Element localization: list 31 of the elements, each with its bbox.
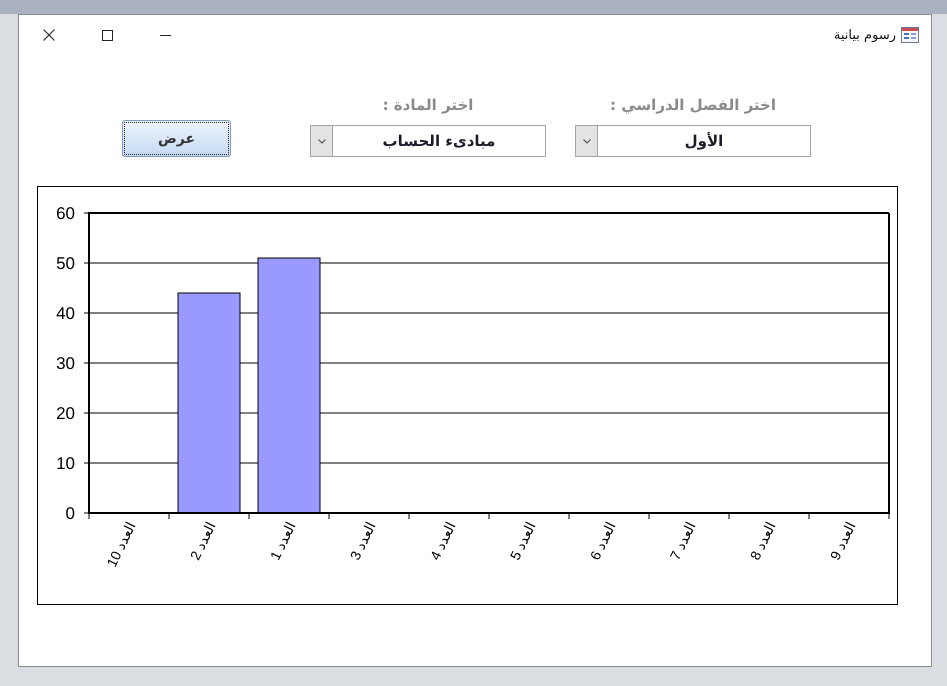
y-axis-label: 40 xyxy=(56,304,75,323)
y-axis-label: 10 xyxy=(56,454,75,473)
y-axis-label: 50 xyxy=(56,254,75,273)
x-axis-label: العدد 10 xyxy=(103,519,139,570)
filter-dropdown[interactable]: الأول xyxy=(575,125,811,157)
y-axis-label: 30 xyxy=(56,354,75,373)
form-icon xyxy=(901,27,919,43)
filter-label: اختر المادة : xyxy=(382,95,474,115)
x-axis-label: العدد 7 xyxy=(666,519,699,562)
x-axis-label: العدد 8 xyxy=(746,519,779,562)
dropdown-button[interactable] xyxy=(311,126,333,156)
x-axis-label: العدد 9 xyxy=(826,519,859,562)
y-axis-label: 20 xyxy=(56,404,75,423)
x-axis-label: العدد 6 xyxy=(586,519,619,562)
x-axis-label: العدد 4 xyxy=(426,519,459,562)
y-axis-label: 60 xyxy=(56,204,75,223)
show-button[interactable]: عرض xyxy=(122,120,231,157)
filter-label: اختر الفصل الدراسي : xyxy=(610,95,776,115)
dropdown-button[interactable] xyxy=(576,126,598,156)
chevron-down-icon xyxy=(318,138,326,144)
filter-dropdown[interactable]: مبادىء الحساب xyxy=(310,125,546,157)
window-title: رسوم بيانية xyxy=(834,28,896,42)
close-icon xyxy=(43,29,55,41)
y-axis-label: 0 xyxy=(66,504,75,523)
minimize-icon xyxy=(160,34,170,36)
x-axis-label: العدد 5 xyxy=(506,519,539,562)
chevron-down-icon xyxy=(582,138,590,144)
x-axis-label: العدد 3 xyxy=(346,519,379,562)
x-axis-label: العدد 2 xyxy=(186,519,219,562)
x-axis-label: العدد 1 xyxy=(266,519,299,562)
maximize-icon xyxy=(102,30,112,40)
